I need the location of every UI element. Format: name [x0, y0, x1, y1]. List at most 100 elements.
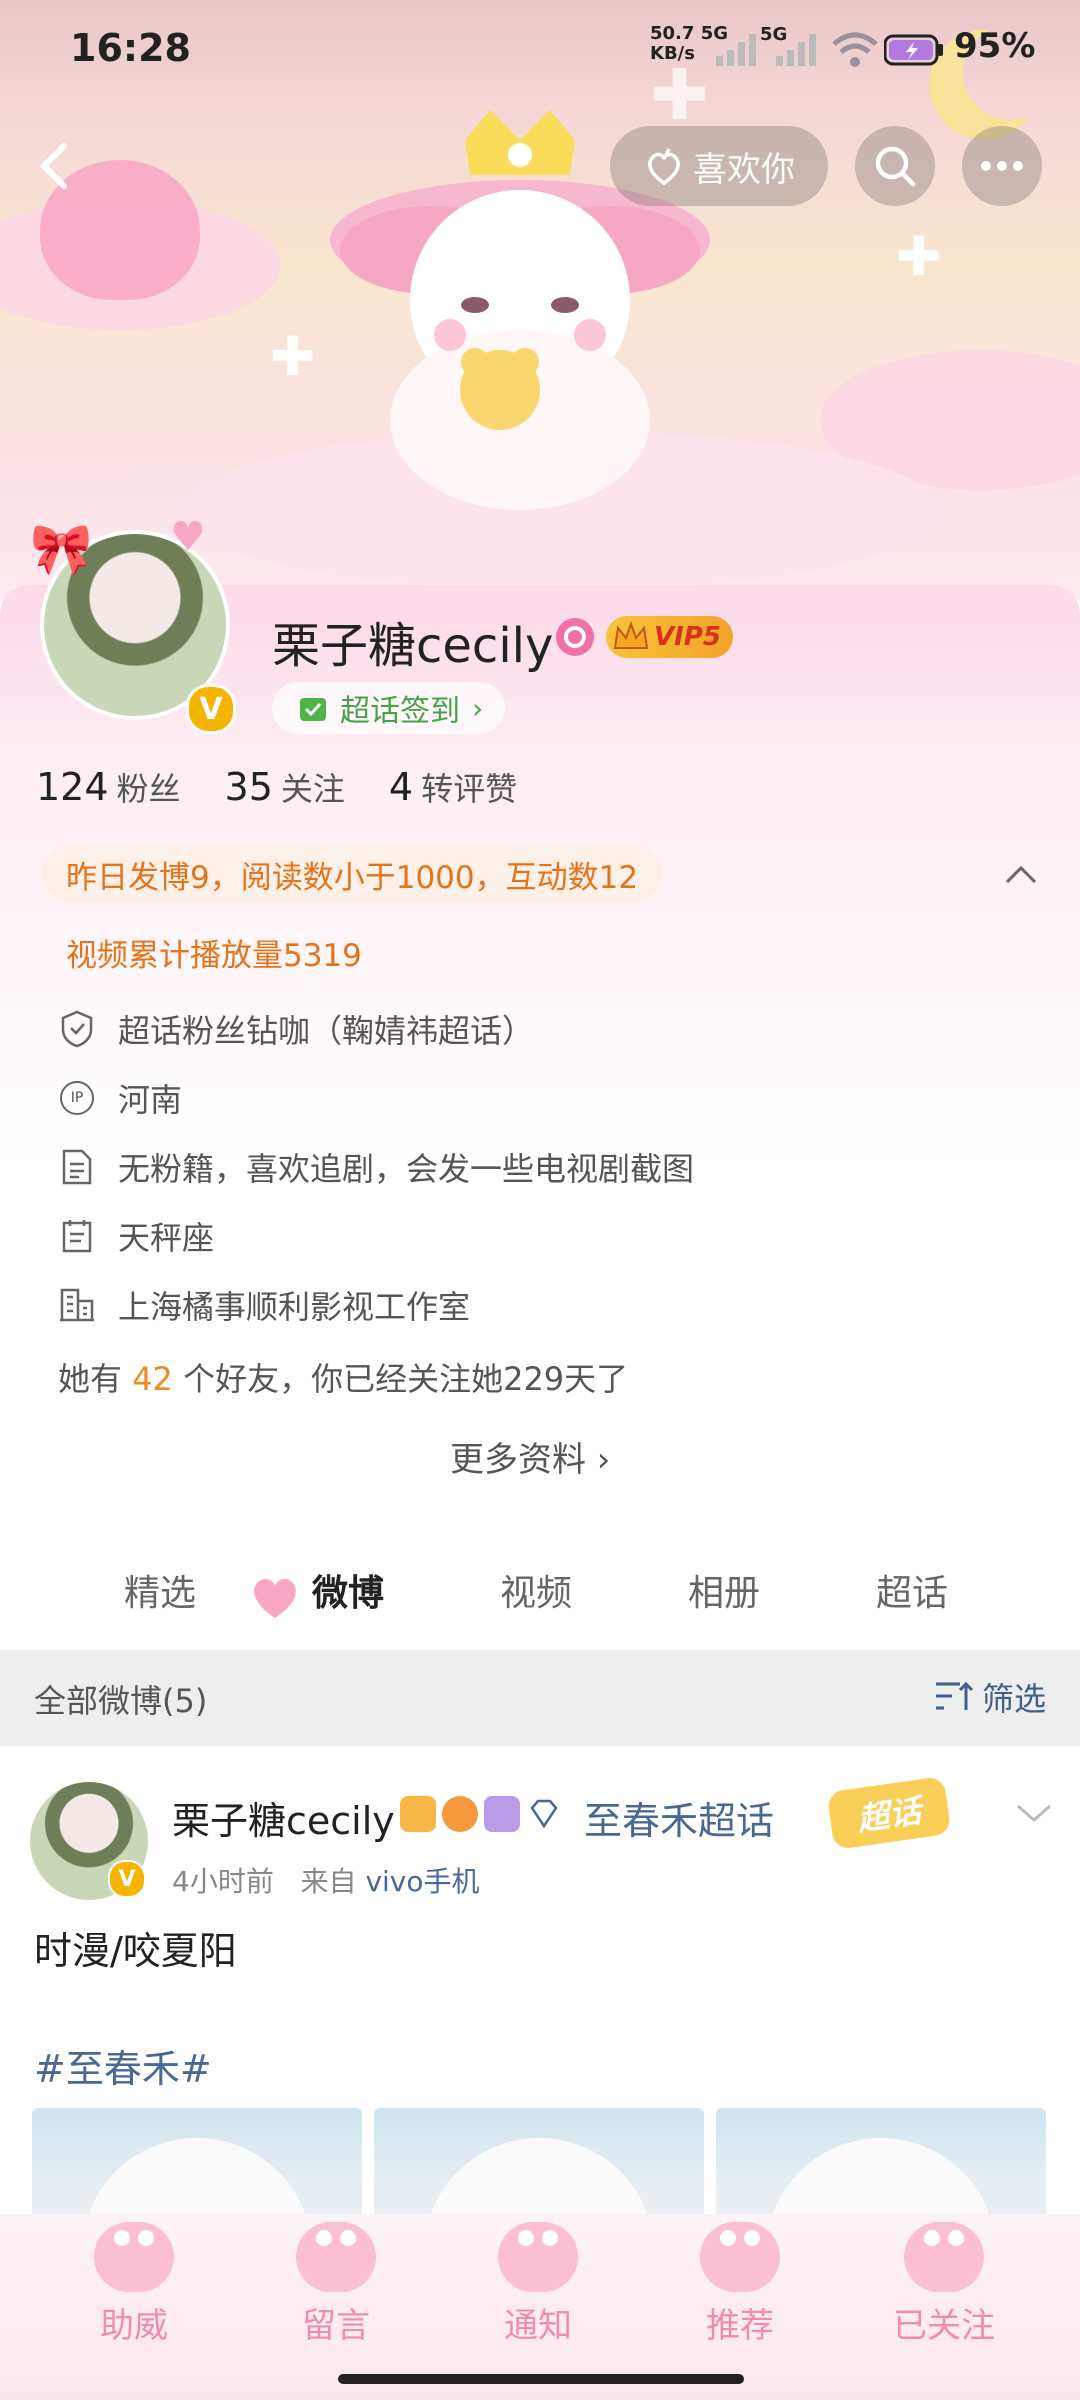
- signal-icon: [716, 34, 756, 66]
- active-tab-heart-icon: [254, 1579, 296, 1618]
- chevron-right-icon: ›: [472, 691, 484, 725]
- engagement-stat[interactable]: 4 转评赞: [389, 764, 517, 810]
- following-count: 35: [224, 765, 273, 809]
- post-hashtag-link[interactable]: #至春禾#: [34, 2038, 212, 2093]
- bunny-message-icon: [296, 2222, 376, 2292]
- profile-stats: 124 粉丝 35 关注 4 转评赞: [36, 764, 517, 810]
- zodiac-text: 天秤座: [118, 1219, 215, 1257]
- engagement-label: 转评赞: [421, 770, 518, 808]
- followers-count: 124: [36, 765, 109, 809]
- shield-icon: [58, 1010, 96, 1048]
- following-label: 关注: [280, 770, 345, 808]
- message-button[interactable]: 留言: [276, 2222, 396, 2347]
- bunny-recommend-icon: [700, 2222, 780, 2292]
- info-super-fan: 超话粉丝钻咖（鞠婧祎超话）: [58, 1006, 534, 1052]
- followed-label: 已关注: [893, 2306, 995, 2346]
- tab-super-topic[interactable]: 超话: [818, 1546, 1006, 1646]
- profile-name: 栗子糖cecily: [272, 618, 554, 674]
- info-company: 上海橘事顺利影视工作室: [58, 1282, 470, 1328]
- membership-badge-icon[interactable]: [556, 618, 594, 656]
- friends-suffix: 个好友，你已经关注她229天了: [183, 1360, 629, 1398]
- diamond-icon: [530, 1799, 558, 1829]
- more-info-link[interactable]: 更多资料 ›: [450, 1432, 610, 1481]
- peach-heart-icon: [648, 148, 680, 186]
- all-posts-title: 全部微博(5): [34, 1682, 208, 1720]
- post-verified-badge: V: [108, 1860, 146, 1898]
- mutual-friends-line[interactable]: 她有 42 个好友，你已经关注她229天了: [58, 1354, 628, 1400]
- tab-video[interactable]: 视频: [442, 1546, 630, 1646]
- back-button[interactable]: [28, 134, 88, 194]
- info-zodiac: 天秤座: [58, 1213, 214, 1259]
- bow-icon: 🎀: [30, 520, 93, 578]
- tab-featured[interactable]: 精选: [66, 1546, 254, 1646]
- recommend-button[interactable]: 推荐: [680, 2222, 800, 2347]
- engagement-count: 4: [388, 765, 414, 809]
- checkin-label: 超话签到: [340, 694, 460, 729]
- sparkle-icon: ✚: [896, 225, 942, 288]
- ip-icon-text: IP: [60, 1081, 94, 1115]
- like-you-button[interactable]: 喜欢你: [610, 126, 828, 206]
- more-button[interactable]: [962, 126, 1042, 206]
- net-speed-value: 50.7: [650, 23, 695, 44]
- crown-badge-icon: [400, 1796, 436, 1832]
- followed-button[interactable]: 已关注: [884, 2222, 1004, 2347]
- sparkle-icon: ✚: [270, 325, 316, 388]
- crown-icon: [613, 621, 649, 649]
- calendar-check-icon: [300, 698, 326, 721]
- post-super-topic-link[interactable]: 至春禾超话: [584, 1790, 774, 1845]
- recommend-label: 推荐: [706, 2306, 774, 2346]
- super-topic-checkin-button[interactable]: 超话签到 ›: [272, 682, 506, 734]
- document-icon: [58, 1148, 96, 1186]
- chevron-down-icon[interactable]: [1014, 1798, 1054, 1828]
- back-arrow-icon: [39, 143, 67, 189]
- fish-badge-icon: [442, 1796, 478, 1832]
- bunny-notify-icon: [498, 2222, 578, 2292]
- notify-label: 通知: [504, 2306, 572, 2346]
- followers-label: 粉丝: [116, 770, 181, 808]
- bunny-followed-icon: [904, 2222, 984, 2292]
- filter-button[interactable]: 筛选: [934, 1674, 1046, 1720]
- friends-prefix: 她有: [58, 1360, 123, 1398]
- ip-icon: IP: [58, 1079, 96, 1117]
- friends-count: 42: [132, 1360, 173, 1398]
- post-source: vivo手机: [365, 1865, 480, 1898]
- notify-button[interactable]: 通知: [478, 2222, 598, 2347]
- search-icon: [875, 146, 916, 187]
- message-label: 留言: [302, 2306, 370, 2346]
- status-bar: 16:28 50.7 5G KB/s 5G 95%: [0, 0, 1080, 100]
- bio-text: 无粉籍，喜欢追剧，会发一些电视剧截图: [118, 1150, 695, 1188]
- status-time: 16:28: [70, 26, 191, 70]
- wifi-icon: [832, 32, 878, 67]
- author-badges: [400, 1796, 562, 1832]
- info-bio: 无粉籍，喜欢追剧，会发一些电视剧截图: [58, 1144, 694, 1190]
- post-meta: 4小时前 来自 vivo手机: [172, 1860, 480, 1900]
- calendar-icon: [58, 1217, 96, 1255]
- company-icon: [58, 1286, 96, 1324]
- post-author-name[interactable]: 栗子糖cecily: [172, 1790, 395, 1845]
- vip-level: VIP5: [654, 622, 721, 652]
- winged-heart-icon: ♥: [170, 514, 206, 560]
- home-indicator[interactable]: [338, 2374, 744, 2384]
- ip-location-text: 河南: [118, 1081, 183, 1119]
- more-dots-icon: [981, 161, 1023, 171]
- bunny-cheer-icon: [94, 2222, 174, 2292]
- profile-tabs: 精选 微博 视频 相册 超话: [0, 1546, 1080, 1646]
- following-stat[interactable]: 35 关注: [225, 764, 345, 810]
- filter-label: 筛选: [982, 1680, 1047, 1718]
- post-text: 时漫/咬夏阳: [34, 1929, 237, 1973]
- company-text: 上海橘事顺利影视工作室: [118, 1288, 471, 1326]
- video-play-summary: 视频累计播放量5319: [66, 938, 362, 974]
- tab-album[interactable]: 相册: [630, 1546, 818, 1646]
- cheer-button[interactable]: 助威: [74, 2222, 194, 2347]
- search-button[interactable]: [855, 126, 935, 206]
- post-time: 4小时前: [172, 1865, 274, 1898]
- info-ip-location: IP 河南: [58, 1075, 182, 1121]
- filter-icon: [936, 1681, 974, 1710]
- signal-icon: [776, 34, 816, 66]
- followers-stat[interactable]: 124 粉丝: [36, 764, 181, 810]
- chevron-up-icon[interactable]: [1004, 858, 1038, 892]
- tv-badge-icon: [484, 1796, 520, 1832]
- like-you-label: 喜欢你: [693, 149, 795, 190]
- cheer-label: 助威: [100, 2306, 168, 2346]
- vip-badge[interactable]: VIP5: [606, 616, 733, 658]
